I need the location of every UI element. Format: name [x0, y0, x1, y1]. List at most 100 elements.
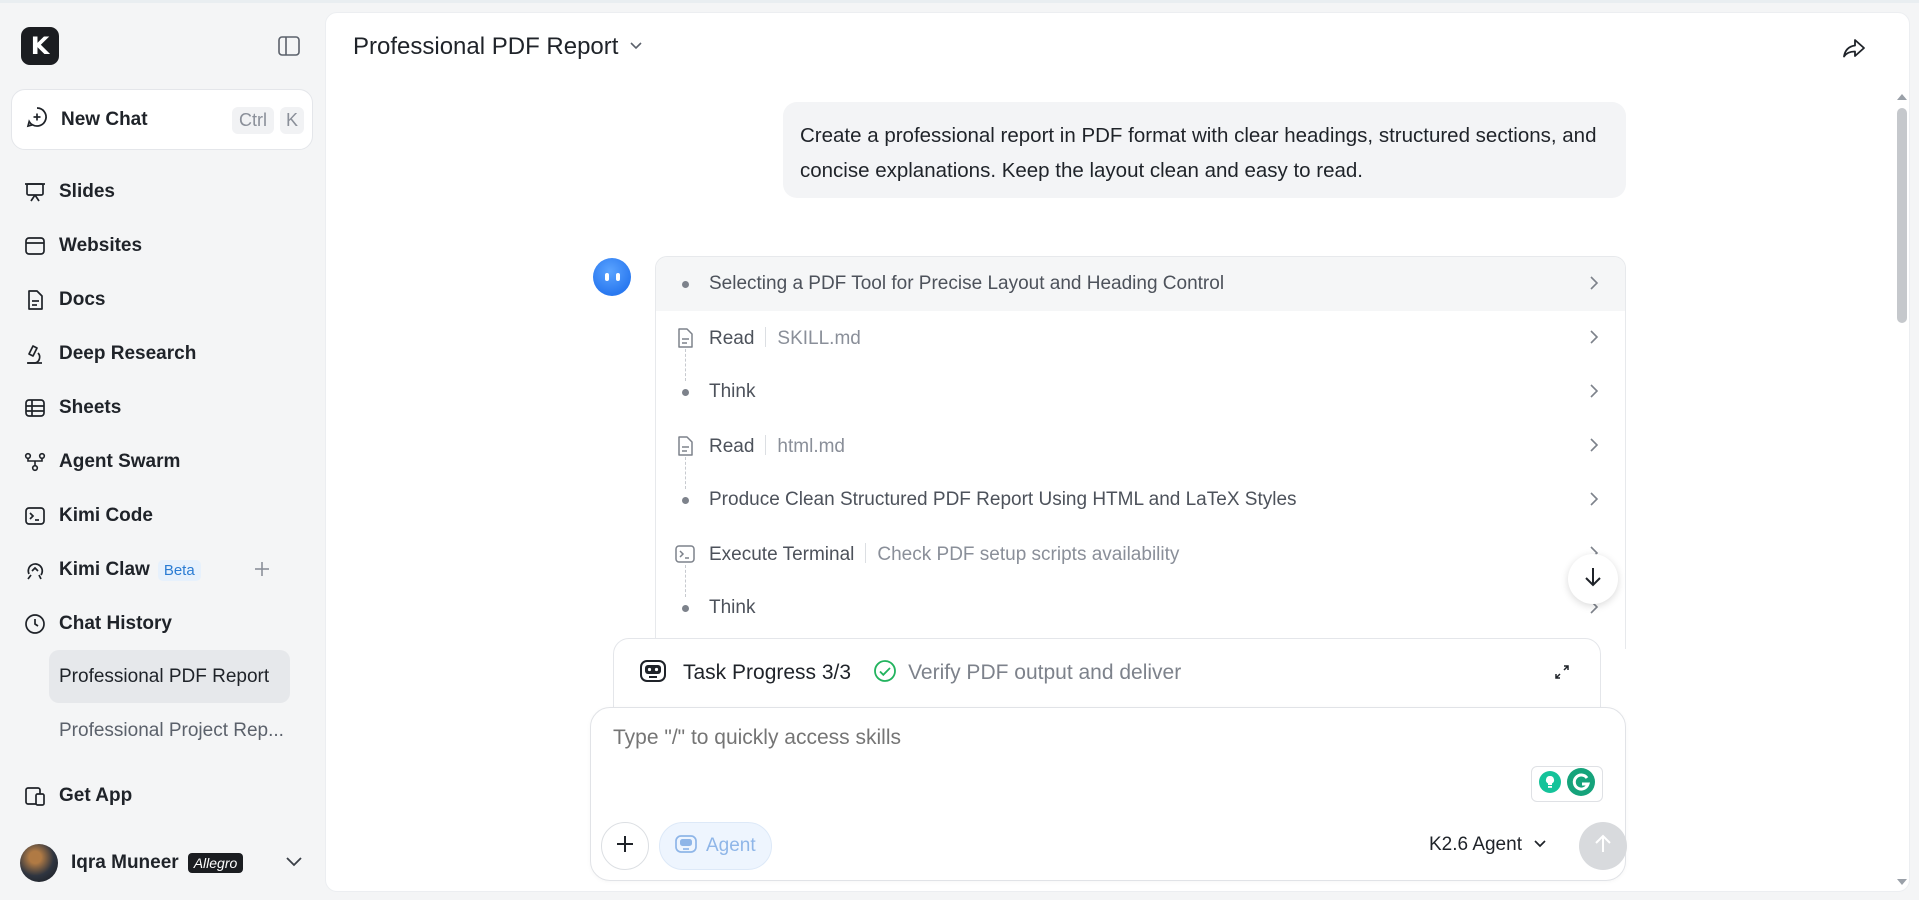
chevron-right-icon	[1585, 382, 1603, 405]
grammarly-icon	[1566, 767, 1596, 802]
logo-letter: K	[30, 32, 50, 60]
sidebar-toggle-icon[interactable]	[275, 33, 303, 59]
send-button[interactable]	[1579, 822, 1627, 870]
new-chat-button[interactable]: New Chat Ctrl K	[11, 89, 313, 150]
check-circle-icon	[873, 659, 897, 688]
assistant-avatar	[593, 258, 631, 296]
expand-icon[interactable]	[1554, 664, 1570, 685]
shortcut-key: K	[280, 107, 304, 134]
page-title: Professional PDF Report	[353, 33, 619, 60]
devices-icon	[23, 784, 47, 808]
microscope-icon	[23, 342, 47, 366]
sidebar-item-agent-swarm[interactable]: Agent Swarm	[11, 439, 313, 485]
scrollbar-thumb[interactable]	[1897, 108, 1907, 323]
sidebar-item-kimi-claw[interactable]: Kimi Claw Beta	[11, 547, 241, 593]
task-progress-title: Task Progress 3/3	[683, 661, 852, 684]
chat-panel: Professional PDF Report Create a profess…	[325, 12, 1910, 892]
avatar	[20, 844, 58, 882]
message-input[interactable]	[613, 726, 1513, 750]
dot-icon	[674, 597, 696, 619]
chevron-right-icon	[1585, 328, 1603, 351]
bulb-icon	[1538, 770, 1562, 799]
swarm-icon	[23, 450, 47, 474]
sidebar-item-label: Agent Swarm	[59, 451, 181, 472]
history-item-professional-pdf-report[interactable]: Professional PDF Report	[49, 650, 290, 703]
table-icon	[23, 396, 47, 420]
step-label: Execute Terminal	[709, 543, 855, 565]
sidebar-item-chat-history[interactable]: Chat History	[11, 601, 313, 647]
step-item[interactable]: Think	[656, 365, 1625, 419]
plan-badge: Allegro	[187, 853, 244, 873]
grammarly-widget[interactable]	[1531, 766, 1603, 802]
robot-icon	[639, 658, 667, 689]
scroll-to-bottom-button[interactable]	[1568, 554, 1618, 604]
sidebar-item-label: Deep Research	[59, 343, 197, 364]
chevron-down-icon[interactable]	[284, 851, 304, 876]
sidebar-item-websites[interactable]: Websites	[11, 223, 313, 269]
scroll-up-icon[interactable]	[1896, 88, 1908, 106]
terminal-icon	[674, 543, 696, 565]
new-chat-label: New Chat	[61, 108, 148, 130]
user-name: Iqra Muneer	[71, 852, 179, 873]
claw-icon	[23, 558, 47, 582]
chevron-down-icon	[1532, 835, 1548, 856]
step-label: Think	[709, 597, 756, 618]
user-menu[interactable]: Iqra Muneer Allegro	[20, 841, 304, 885]
sidebar-item-deep-research[interactable]: Deep Research	[11, 331, 313, 377]
dot-icon	[674, 489, 696, 511]
chevron-down-icon	[628, 37, 644, 58]
task-progress-bar[interactable]: Task Progress 3/3 Verify PDF output and …	[613, 638, 1601, 708]
history-item-professional-project-report[interactable]: Professional Project Rep...	[49, 704, 290, 757]
model-selector[interactable]: K2.6 Agent	[1429, 834, 1548, 856]
document-icon	[23, 288, 47, 312]
chat-title-dropdown[interactable]: Professional PDF Report	[353, 33, 644, 61]
model-label: K2.6 Agent	[1429, 834, 1522, 855]
browser-window-icon	[23, 234, 47, 258]
kimi-logo[interactable]: K	[21, 27, 59, 65]
sidebar-item-sheets[interactable]: Sheets	[11, 385, 313, 431]
step-item[interactable]: Selecting a PDF Tool for Precise Layout …	[656, 257, 1625, 311]
scroll-down-icon[interactable]	[1896, 873, 1908, 891]
dot-icon	[674, 273, 696, 295]
step-item[interactable]: Read html.md	[656, 419, 1625, 489]
sidebar-item-kimi-code[interactable]: Kimi Code	[11, 493, 313, 539]
scrollbar[interactable]	[1891, 13, 1909, 891]
sidebar-item-docs[interactable]: Docs	[11, 277, 313, 323]
dot-icon	[674, 381, 696, 403]
add-claw-icon[interactable]	[250, 557, 274, 581]
step-item[interactable]: Produce Clean Structured PDF Report Usin…	[656, 473, 1625, 527]
attach-plus-button[interactable]	[601, 822, 649, 870]
sidebar-item-label: Docs	[59, 289, 106, 310]
message-composer: Agent K2.6 Agent	[590, 707, 1627, 881]
step-item[interactable]: Think	[656, 581, 1625, 635]
step-label: Read	[709, 327, 755, 349]
share-icon[interactable]	[1838, 33, 1870, 65]
clock-icon	[23, 612, 47, 636]
step-item[interactable]: Execute Terminal Check PDF setup scripts …	[656, 527, 1625, 597]
arrow-down-icon	[1582, 565, 1604, 594]
step-item[interactable]: Read SKILL.md	[656, 311, 1625, 381]
agent-icon	[675, 834, 697, 859]
arrow-up-icon	[1593, 833, 1613, 860]
step-arg: Check PDF setup scripts availability	[877, 543, 1180, 565]
step-arg: html.md	[777, 435, 845, 457]
sidebar-item-slides[interactable]: Slides	[11, 169, 313, 215]
agent-mode-button[interactable]: Agent	[659, 822, 772, 870]
agent-steps: Selecting a PDF Tool for Precise Layout …	[655, 256, 1626, 649]
step-label: Read	[709, 435, 755, 457]
step-label: Selecting a PDF Tool for Precise Layout …	[709, 273, 1225, 294]
beta-badge: Beta	[157, 559, 201, 581]
step-label: Produce Clean Structured PDF Report Usin…	[709, 489, 1297, 510]
file-icon	[674, 327, 696, 349]
file-icon	[674, 435, 696, 457]
sidebar: K New Chat Ctrl K Slides Websites Docs D…	[0, 3, 324, 900]
sidebar-item-label: Kimi Code	[59, 505, 153, 526]
plus-icon	[614, 833, 636, 860]
terminal-icon	[23, 504, 47, 528]
chevron-right-icon	[1585, 274, 1603, 297]
chevron-right-icon	[1585, 436, 1603, 459]
presentation-icon	[23, 180, 47, 204]
task-progress-status: Verify PDF output and deliver	[908, 661, 1182, 684]
sidebar-item-label: Slides	[59, 181, 115, 202]
sidebar-item-get-app[interactable]: Get App	[11, 773, 313, 819]
